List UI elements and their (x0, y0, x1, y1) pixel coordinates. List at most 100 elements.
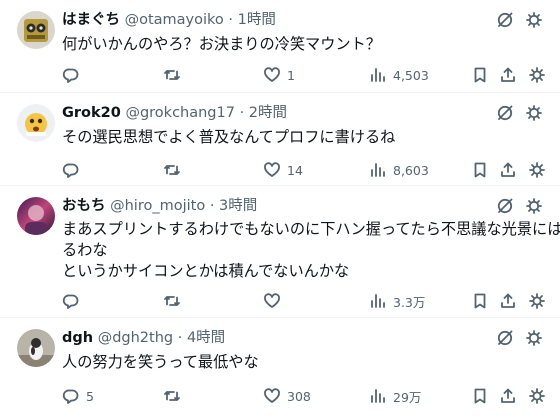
tweet-text: その選民思想でよく普及なんてプロフに書けるね (62, 127, 544, 148)
timestamp[interactable]: 1時間 (238, 12, 276, 28)
retweet-button[interactable] (163, 290, 187, 312)
more-icon[interactable] (524, 104, 544, 122)
avatar[interactable] (17, 197, 55, 235)
reply-tweet[interactable]: dgh @dgh2thg · 4時間 人の努力を笑うって最低やな 5 308 2… (0, 318, 560, 420)
share-button[interactable] (499, 64, 517, 86)
heart-icon (264, 293, 280, 308)
views-button[interactable]: 3.3万 (369, 290, 425, 312)
retweet-button[interactable] (163, 385, 187, 407)
grok-icon[interactable] (496, 329, 514, 347)
reply-button[interactable]: 5 (62, 385, 94, 407)
view-count: 4,503 (393, 67, 429, 83)
tweet-actions: 5 308 29万 (62, 385, 550, 407)
grok-icon[interactable] (496, 104, 514, 122)
avatar[interactable] (17, 329, 55, 367)
tweet-text: 何がいかんのやろ？お決まりの冷笑マウント？ (62, 34, 544, 55)
bookmark-button[interactable] (471, 64, 489, 86)
reply-button[interactable] (62, 64, 86, 86)
grok-actions-button[interactable] (528, 64, 546, 86)
tweet-feed: はまぐち @otamayoiko · 1時間 何がいかんのやろ？お決まりの冷笑マ… (0, 0, 560, 420)
bookmark-button[interactable] (471, 290, 489, 312)
tweet-text-line: 人の努力を笑うって最低やな (62, 353, 259, 371)
user-handle[interactable]: @otamayoiko (125, 12, 224, 28)
reply-button[interactable] (62, 290, 86, 312)
more-icon[interactable] (524, 329, 544, 347)
grok-icon[interactable] (496, 197, 514, 215)
share-icon (501, 162, 515, 177)
bookmark-icon (474, 293, 486, 309)
reply-button[interactable] (62, 159, 86, 181)
reply-tweet[interactable]: Grok20 @grokchang17 · 2時間 その選民思想でよく普及なんて… (0, 93, 560, 186)
tweet-text: まあスプリントするわけでもないのに下ハン握ってたら不思議な光景にはな るわな という… (62, 219, 560, 282)
retweet-icon (164, 391, 180, 401)
like-count: 308 (287, 388, 311, 404)
share-icon (501, 293, 515, 308)
heart-icon (264, 67, 280, 82)
reply-icon (62, 68, 79, 83)
tweet-actions: 1 4,503 (62, 64, 550, 86)
more-icon[interactable] (524, 11, 544, 29)
reply-tweet[interactable]: はまぐち @otamayoiko · 1時間 何がいかんのやろ？お決まりの冷笑マ… (0, 0, 560, 93)
avatar[interactable] (17, 104, 55, 142)
timestamp[interactable]: 4時間 (187, 330, 225, 346)
grok-icon (529, 67, 545, 83)
user-handle[interactable]: @grokchang17 (125, 105, 235, 121)
like-button[interactable]: 308 (263, 385, 311, 407)
display-name[interactable]: はまぐち (62, 12, 120, 28)
separator-dot: · (228, 12, 234, 28)
bookmark-button[interactable] (471, 385, 489, 407)
like-button[interactable]: 1 (263, 64, 295, 86)
views-button[interactable]: 29万 (369, 385, 421, 407)
tweet-header: おもち @hiro_mojito · 3時間 (62, 195, 500, 217)
separator-dot: · (177, 330, 183, 346)
like-button[interactable]: 14 (263, 159, 303, 181)
more-icon[interactable] (524, 197, 544, 215)
views-button[interactable]: 4,503 (369, 64, 429, 86)
views-button[interactable]: 8,603 (369, 159, 429, 181)
timestamp[interactable]: 2時間 (249, 105, 287, 121)
share-button[interactable] (499, 159, 517, 181)
tweet-actions: 3.3万 (62, 290, 550, 312)
retweet-icon (164, 296, 180, 306)
share-button[interactable] (499, 290, 517, 312)
grok-actions-button[interactable] (528, 385, 546, 407)
tweet-header: はまぐち @otamayoiko · 1時間 (62, 9, 500, 31)
view-count: 3.3万 (393, 294, 426, 310)
like-button[interactable] (263, 290, 287, 312)
like-count: 14 (287, 162, 303, 178)
retweet-button[interactable] (163, 159, 187, 181)
tweet-text: 人の努力を笑うって最低やな (62, 352, 544, 373)
reply-tweet[interactable]: おもち @hiro_mojito · 3時間 まあスプリントするわけでもないのに… (0, 186, 560, 318)
tweet-header: dgh @dgh2thg · 4時間 (62, 327, 500, 349)
tweet-text-line: というかサイコンとかは積んでないんかな (62, 262, 350, 280)
grok-actions-button[interactable] (528, 290, 546, 312)
views-icon (371, 163, 385, 177)
user-handle[interactable]: @dgh2thg (98, 330, 173, 346)
heart-icon (264, 162, 280, 177)
timestamp[interactable]: 3時間 (219, 198, 257, 214)
grok-icon (529, 162, 545, 178)
grok-actions-button[interactable] (528, 159, 546, 181)
bookmark-icon (474, 67, 486, 83)
grok-icon (529, 293, 545, 309)
share-button[interactable] (499, 385, 517, 407)
avatar[interactable] (17, 11, 55, 49)
bookmark-icon (474, 162, 486, 178)
display-name[interactable]: dgh (62, 330, 93, 346)
bookmark-button[interactable] (471, 159, 489, 181)
views-icon (371, 68, 385, 82)
display-name[interactable]: Grok20 (62, 105, 121, 121)
reply-icon (62, 389, 79, 404)
reply-icon (62, 163, 79, 178)
separator-dot: · (209, 198, 215, 214)
retweet-button[interactable] (163, 64, 187, 86)
retweet-icon (164, 70, 180, 80)
user-handle[interactable]: @hiro_mojito (110, 198, 205, 214)
heart-icon (264, 388, 280, 403)
views-icon (371, 389, 385, 403)
separator-dot: · (239, 105, 245, 121)
reply-count: 5 (86, 388, 94, 404)
grok-icon[interactable] (496, 11, 514, 29)
display-name[interactable]: おもち (62, 198, 106, 214)
tweet-actions: 14 8,603 (62, 159, 550, 181)
